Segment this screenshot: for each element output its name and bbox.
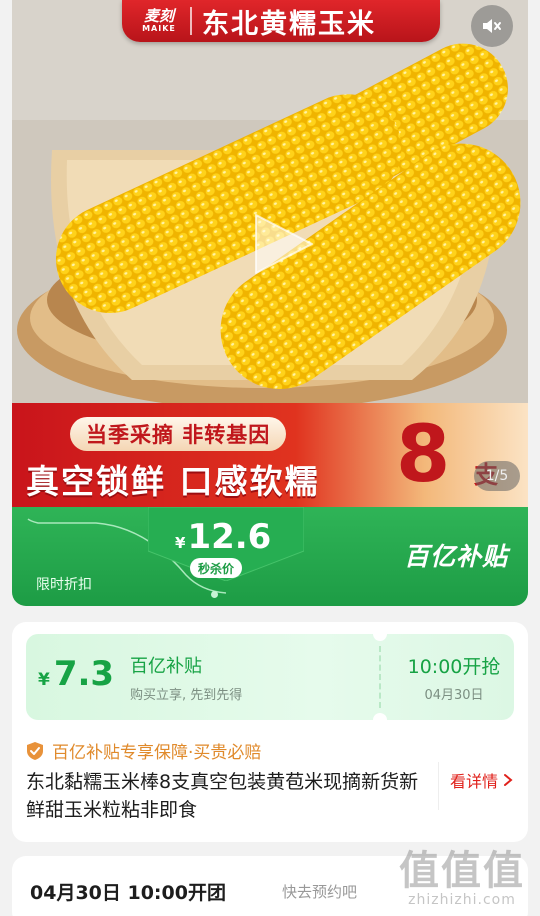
speaker-muted-icon bbox=[483, 19, 501, 33]
guarantee-text: 百亿补贴专享保障·买贵必赔 bbox=[52, 743, 262, 763]
flash-price: ¥ 12.6 bbox=[175, 517, 271, 557]
mute-button[interactable] bbox=[471, 5, 513, 47]
promo-pill: 当季采摘 非转基因 bbox=[70, 417, 287, 451]
coupon-start-time: 10:00开抢 bbox=[407, 656, 501, 678]
coupon-notch-bottom bbox=[373, 713, 387, 720]
site-watermark: 值值值 zhizhizhi.com bbox=[392, 838, 532, 908]
brand-logo-cn: 麦刻 bbox=[143, 7, 174, 25]
coupon-price-currency: ¥ bbox=[38, 670, 50, 690]
product-title: 东北黏糯玉米棒8支真空包装黄苞米现摘新货新鲜甜玉米粒粘非即食 bbox=[26, 771, 419, 821]
coupon-divider bbox=[379, 646, 381, 708]
price-band: 限时折扣 ¥ 12.6 秒杀价 百亿补贴 bbox=[12, 507, 528, 606]
product-media-card[interactable]: 麦刻 MAIKE 东北黄糯玉米 当季采摘 非转基因 真空锁鲜 口感软糯 8 支 … bbox=[12, 0, 528, 606]
brand-logo-en: MAIKE bbox=[142, 24, 176, 33]
view-details-label: 看详情 bbox=[450, 772, 499, 791]
brand-banner: 麦刻 MAIKE 东北黄糯玉米 bbox=[122, 0, 440, 42]
subsidy-program-logo: 百亿补贴 bbox=[404, 542, 509, 571]
chevron-right-icon bbox=[504, 774, 513, 786]
coupon-title: 百亿补贴 bbox=[130, 656, 202, 677]
product-page: 麦刻 MAIKE 东北黄糯玉米 当季采摘 非转基因 真空锁鲜 口感软糯 8 支 … bbox=[0, 0, 540, 916]
brand-divider bbox=[190, 7, 192, 35]
promo-band: 当季采摘 非转基因 真空锁鲜 口感软糯 8 支 1/5 bbox=[12, 403, 528, 507]
media-page-indicator: 1/5 bbox=[474, 461, 520, 491]
product-info-card: ¥ 7.3 百亿补贴 购买立享, 先到先得 10:00开抢 04月30日 百亿补… bbox=[12, 622, 528, 842]
coupon-notch-top bbox=[373, 634, 387, 641]
coupon-price: ¥ 7.3 bbox=[38, 654, 114, 694]
brand-title: 东北黄糯玉米 bbox=[202, 8, 376, 40]
coupon-price-value: 7.3 bbox=[53, 654, 115, 694]
view-details-link[interactable]: 看详情 bbox=[437, 762, 514, 810]
watermark-en: zhizhizhi.com bbox=[408, 892, 516, 908]
flash-price-currency: ¥ bbox=[175, 534, 186, 552]
trend-dot bbox=[211, 591, 218, 598]
flash-price-value: 12.6 bbox=[187, 517, 272, 557]
reserve-hint: 快去预约吧 bbox=[282, 883, 358, 901]
shield-check-icon bbox=[27, 741, 43, 760]
flash-price-badge: 秒杀价 bbox=[190, 558, 243, 578]
watermark-cn: 值值值 bbox=[399, 848, 525, 894]
play-icon[interactable] bbox=[242, 205, 320, 283]
limited-discount-label: 限时折扣 bbox=[36, 577, 92, 593]
piece-count: 8 bbox=[396, 410, 451, 500]
subsidy-guarantee[interactable]: 百亿补贴专享保障·买贵必赔 bbox=[26, 738, 261, 763]
subsidy-coupon[interactable]: ¥ 7.3 百亿补贴 购买立享, 先到先得 10:00开抢 04月30日 bbox=[26, 634, 514, 720]
promo-headline: 真空锁鲜 口感软糯 bbox=[26, 462, 320, 501]
coupon-subtitle: 购买立享, 先到先得 bbox=[130, 688, 243, 703]
group-start-time: 04月30日 10:00开团 bbox=[30, 882, 226, 904]
coupon-start-date: 04月30日 bbox=[424, 688, 484, 703]
brand-logo: 麦刻 MAIKE bbox=[134, 3, 184, 39]
